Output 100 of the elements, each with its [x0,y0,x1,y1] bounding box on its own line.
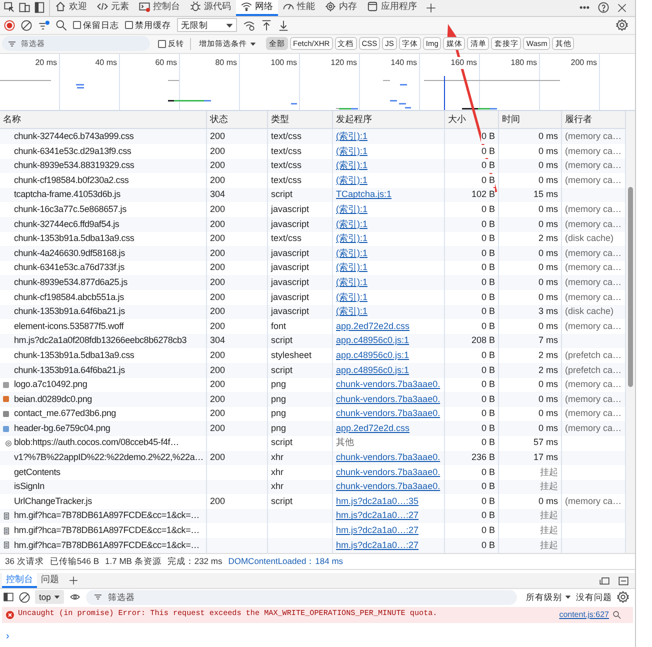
clear-icon[interactable] [21,20,32,31]
request-name[interactable]: chunk-1353b91a.64f6ba21.js [13,305,125,319]
request-name[interactable]: chunk-1353b91a.64f6ba21.js [13,364,125,377]
filter-icon[interactable] [8,40,16,48]
request-name[interactable]: UrlChangeTracker.js [13,494,92,508]
caret-icon[interactable] [250,40,256,47]
request-name[interactable]: v1?%7B%22appID%22:%22demo.2%22,%22a… [13,451,204,465]
code-icon[interactable] [97,1,108,12]
circle-icon[interactable] [5,440,12,447]
initiator-link[interactable]: (索引):1 [336,218,368,232]
device-icon[interactable] [19,2,30,14]
file-icon[interactable] [3,526,10,535]
gauge-icon[interactable] [283,1,294,12]
initiator-link[interactable]: (索引):1 [336,159,368,173]
caret-icon[interactable] [226,22,233,29]
console-prompt[interactable]: › [6,630,10,642]
initiator-link[interactable]: app.c48956c0.js:1 [336,334,410,348]
request-name[interactable]: chunk-16c3a77c.5e868657.js [13,202,126,216]
settings-icon[interactable] [617,591,629,604]
drawer-tab[interactable]: 问题 [37,572,63,588]
add-icon[interactable] [69,576,78,586]
initiator-link[interactable]: chunk-vendors.7ba3aae0. [336,378,440,392]
initiator-link[interactable]: app.c48956c0.js:1 [336,348,410,362]
request-name[interactable]: element-icons.535877f5.woff [13,320,124,334]
inspect-icon[interactable] [4,2,15,14]
search-icon[interactable] [613,610,621,619]
panel-tab[interactable]: 欢迎 [50,0,92,16]
add-icon[interactable] [426,2,436,13]
initiator-link[interactable]: hm.js?dc2a1a0…:27 [336,509,419,523]
initiator-link[interactable]: chunk-vendors.7ba3aae0. [336,407,440,421]
column-header[interactable]: 发起程序 [336,112,372,126]
initiator-link[interactable]: TCaptcha.js:1 [336,188,392,202]
request-name[interactable]: chunk-6341e53c.d29a13f9.css [13,144,132,158]
request-name[interactable]: chunk-4a246630.9df58168.js [13,246,125,260]
clear-icon[interactable] [19,592,30,603]
request-name[interactable]: chunk-32744ec6.ffd9af54.js [13,218,120,232]
scrollbar[interactable] [626,110,635,553]
filter-icon[interactable] [94,593,102,602]
sidebar-icon[interactable] [3,592,14,602]
initiator-link[interactable]: (索引):1 [336,246,368,260]
request-name[interactable]: chunk-6341e53c.a76d733f.js [13,261,124,275]
preserve-log-checkbox[interactable]: 保留日志 [73,18,119,32]
initiator-link[interactable]: (索引):1 [336,130,368,144]
column-header[interactable]: 履行者 [565,112,592,126]
file-icon[interactable] [3,541,10,550]
search-icon[interactable] [56,20,67,31]
initiator-link[interactable]: (索引):1 [336,305,368,319]
panel-tab[interactable]: 性能 [278,0,320,16]
download-icon[interactable] [278,20,289,31]
file-icon[interactable] [3,512,10,520]
initiator-link[interactable]: (索引):1 [336,144,368,158]
request-name[interactable]: chunk-cf198584.b0f230a2.css [13,174,129,188]
undock-icon[interactable] [599,576,610,586]
column-header[interactable]: 时间 [502,112,520,126]
request-name[interactable]: header-bg.6e759c04.png [13,422,110,436]
request-name[interactable]: chunk-32744ec6.b743a999.css [13,130,134,144]
dock-bottom-icon[interactable] [618,576,629,586]
initiator-link[interactable]: (索引):1 [336,261,368,275]
request-name[interactable]: hm.gif?hca=7B78DB61A897FCDE&cc=1&ck=… [13,509,200,523]
console-icon[interactable] [139,1,150,12]
panel-tab[interactable]: 内存 [320,0,362,16]
panel-tab[interactable]: 控制台 [134,0,185,16]
initiator-link[interactable]: (索引):1 [336,276,368,290]
dock-icon[interactable] [34,2,45,14]
request-name[interactable]: getContents [13,466,60,480]
initiator-link[interactable]: (索引):1 [336,290,368,304]
bug-icon[interactable] [190,1,201,12]
console-filter-field[interactable]: 筛选器 [86,590,517,605]
initiator-link[interactable]: hm.js?dc2a1a0…:27 [336,524,419,538]
help-icon[interactable] [598,2,609,14]
wifi-icon[interactable] [241,1,252,12]
context-select[interactable]: top [35,590,64,604]
record-icon[interactable] [4,20,15,31]
initiator-link[interactable]: hm.js?dc2a1a0…:27 [336,538,419,552]
request-name[interactable]: chunk-1353b91a.5dba13a9.css [13,232,134,246]
column-header[interactable]: 类型 [271,112,289,126]
drawer-tab[interactable]: 控制台 [2,572,37,588]
request-name[interactable]: contact_me.677ed3b6.png [13,407,116,421]
request-name[interactable]: logo.a7c10492.png [13,378,88,392]
request-name[interactable]: isSignIn [13,480,44,494]
request-name[interactable]: hm.gif?hca=7B78DB61A897FCDE&cc=1&ck=… [13,538,200,552]
network-conditions-icon[interactable] [243,20,255,31]
initiator-link[interactable]: chunk-vendors.7ba3aae0. [336,466,440,480]
initiator-link[interactable]: chunk-vendors.7ba3aae0. [336,480,440,494]
request-name[interactable]: beian.d0289dc0.png [13,392,92,406]
window-icon[interactable] [367,1,378,12]
home-icon[interactable] [55,1,66,12]
panel-tab[interactable]: 源代码 [185,0,236,16]
request-name[interactable]: hm.js?dc2a1a0f208fdb13266eebc8b6278cb3 [13,334,187,348]
caret-icon[interactable] [54,594,60,600]
upload-icon[interactable] [261,20,272,31]
initiator-link[interactable]: chunk-vendors.7ba3aae0. [336,451,440,465]
initiator-link[interactable]: app.c48956c0.js:1 [336,364,410,377]
request-name[interactable]: chunk-8939e534.88319329.css [13,159,134,173]
caret-icon[interactable] [565,594,571,600]
column-header[interactable]: 状态 [210,112,228,126]
request-name[interactable]: chunk-cf198584.abcb551a.js [13,290,124,304]
throttling-select[interactable]: 无限制 [177,18,237,32]
log-level-select[interactable]: 所有级别 [526,590,571,604]
initiator-link[interactable]: chunk-vendors.7ba3aae0. [336,392,440,406]
